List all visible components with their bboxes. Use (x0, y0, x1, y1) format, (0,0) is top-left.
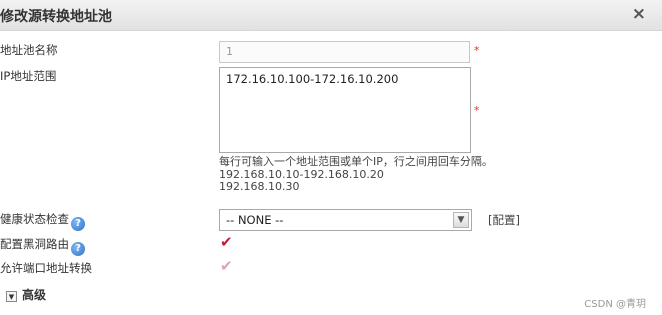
ip-range-label: IP地址范围 (0, 69, 57, 83)
required-marker: * (474, 104, 480, 117)
dialog-header: 修改源转换地址池 × (0, 0, 662, 31)
health-check-label: 健康状态检查 (0, 212, 69, 226)
blackhole-route-label: 配置黑洞路由 (0, 237, 69, 251)
advanced-toggle[interactable]: ▼ 高级 (6, 286, 46, 303)
health-check-config-link[interactable]: [配置] (488, 212, 520, 228)
expand-toggle-icon[interactable]: ▼ (6, 291, 17, 302)
ip-range-hint: 每行可输入一个地址范围或单个IP，行之间用回车分隔。 192.168.10.10… (219, 155, 493, 194)
health-check-row-label: 健康状态检查? (0, 211, 85, 231)
hint-line: 192.168.10.30 (219, 180, 300, 193)
pool-name-input[interactable]: 1 (219, 41, 470, 63)
help-circle-icon[interactable]: ? (71, 217, 85, 231)
health-check-selected-value: -- NONE -- (226, 213, 284, 227)
port-nat-label: 允许端口地址转换 (0, 261, 92, 275)
required-marker: * (474, 44, 480, 57)
pool-name-label: 地址池名称 (0, 43, 58, 57)
blackhole-route-row-label: 配置黑洞路由? (0, 236, 85, 256)
ip-range-textarea[interactable]: 172.16.10.100-172.16.10.200 (219, 67, 471, 153)
hint-line: 每行可输入一个地址范围或单个IP，行之间用回车分隔。 (219, 155, 493, 168)
advanced-label: 高级 (22, 288, 47, 302)
help-circle-icon[interactable]: ? (71, 242, 85, 256)
close-icon[interactable]: × (632, 4, 646, 24)
port-nat-checkbox: ✔ (220, 257, 233, 275)
watermark: CSDN @青玥 (584, 299, 646, 310)
health-check-select[interactable]: -- NONE -- ▼ (219, 209, 472, 231)
blackhole-route-checkbox[interactable]: ✔ (220, 235, 233, 250)
dialog-title: 修改源转换地址池 (0, 9, 112, 25)
chevron-down-icon[interactable]: ▼ (453, 212, 469, 228)
